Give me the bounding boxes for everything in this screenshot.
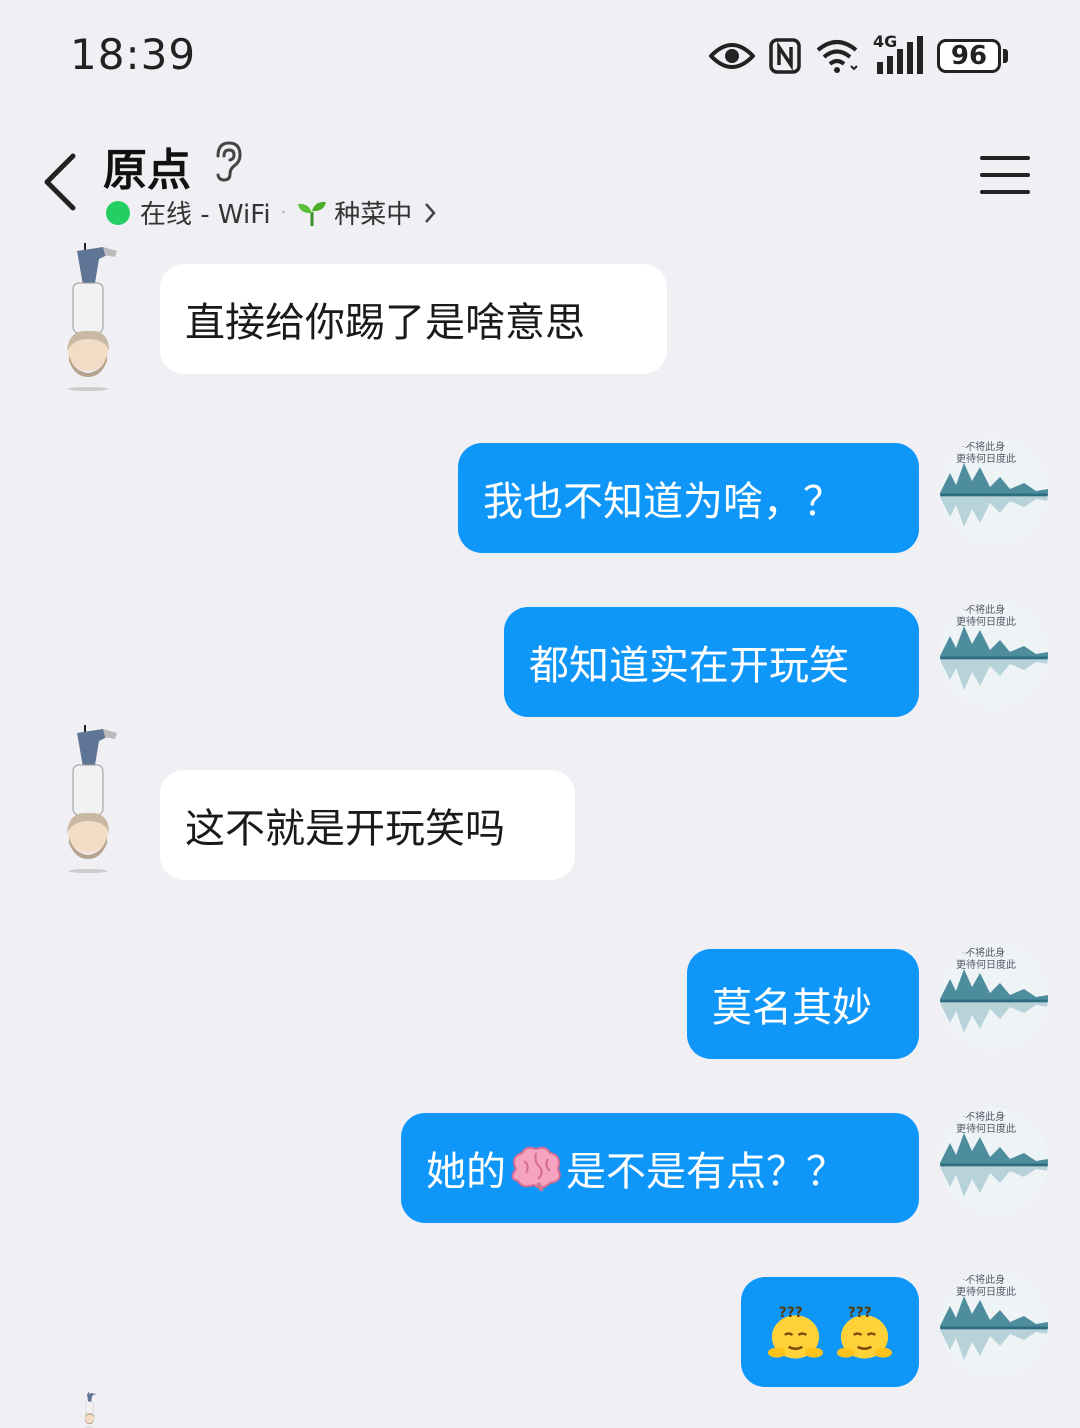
- message-text-before: 她的: [426, 1149, 506, 1195]
- message-text: 这不就是开玩笑吗: [185, 806, 505, 852]
- status-icons: 4G 96: [709, 32, 1008, 78]
- message-bubble-outgoing[interactable]: 她的 是不是有点？？: [401, 1113, 919, 1223]
- message-text: 直接给你踢了是啥意思: [185, 300, 585, 346]
- nfc-icon: [769, 38, 801, 74]
- message-text: 莫名其妙: [712, 985, 872, 1031]
- confused-face-emoji-icon: ???: [836, 1305, 893, 1359]
- message-bubble-outgoing[interactable]: 莫名其妙: [687, 949, 919, 1059]
- message-text-after: 是不是有点？？: [566, 1149, 846, 1195]
- wifi-icon: [816, 40, 858, 73]
- contact-avatar[interactable]: [55, 1392, 125, 1428]
- menu-icon-line: [980, 156, 1030, 160]
- battery-indicator: 96: [937, 39, 1008, 73]
- eye-icon: [709, 43, 755, 69]
- status-time: 18:39: [70, 30, 197, 79]
- back-button[interactable]: [30, 142, 90, 222]
- chat-header: 原点 在线 - WiFi · 种菜中: [0, 110, 1080, 240]
- battery-tip: [1003, 49, 1008, 63]
- my-avatar[interactable]: [940, 1107, 1048, 1215]
- confused-face-emoji-icon: ???: [767, 1305, 824, 1359]
- status-bar: 18:39 4G 96: [0, 0, 1080, 110]
- back-arrow-icon: [44, 153, 76, 211]
- my-avatar[interactable]: [940, 943, 1048, 1051]
- my-avatar[interactable]: [940, 600, 1048, 708]
- presence-line[interactable]: 在线 - WiFi · 种菜中: [106, 194, 436, 231]
- message-text: 都知道实在开玩笑: [529, 643, 849, 689]
- online-status-dot: [106, 200, 130, 225]
- message-bubble-outgoing[interactable]: 我也不知道为啥，？: [458, 443, 919, 553]
- menu-icon-line: [980, 173, 1030, 177]
- svg-text:???: ???: [848, 1305, 872, 1321]
- battery-level: 96: [937, 39, 1001, 73]
- separator: ·: [280, 202, 287, 223]
- svg-text:???: ???: [779, 1305, 803, 1321]
- sprout-icon: [298, 201, 327, 226]
- activity-text: 种菜中: [334, 200, 413, 230]
- message-bubble-incoming[interactable]: 这不就是开玩笑吗: [160, 770, 575, 880]
- online-status-text: 在线 - WiFi: [140, 200, 271, 230]
- my-avatar[interactable]: [940, 437, 1048, 545]
- message-bubble-outgoing[interactable]: 都知道实在开玩笑: [504, 607, 919, 717]
- contact-avatar[interactable]: [55, 243, 125, 393]
- menu-button[interactable]: [980, 156, 1030, 196]
- message-bubble-outgoing[interactable]: ??? ???: [741, 1277, 919, 1387]
- my-avatar[interactable]: [940, 1270, 1048, 1378]
- chevron-right-icon: [425, 202, 436, 223]
- brain-emoji-icon: [511, 1146, 561, 1191]
- ear-icon[interactable]: [210, 140, 244, 182]
- cellular-signal: 4G: [873, 32, 923, 76]
- contact-name[interactable]: 原点: [103, 134, 191, 198]
- contact-avatar[interactable]: [55, 725, 125, 875]
- message-bubble-incoming[interactable]: 直接给你踢了是啥意思: [160, 264, 667, 374]
- message-text: 我也不知道为啥，？: [483, 479, 843, 525]
- signal-bars-icon: [877, 36, 923, 74]
- menu-icon-line: [980, 190, 1030, 194]
